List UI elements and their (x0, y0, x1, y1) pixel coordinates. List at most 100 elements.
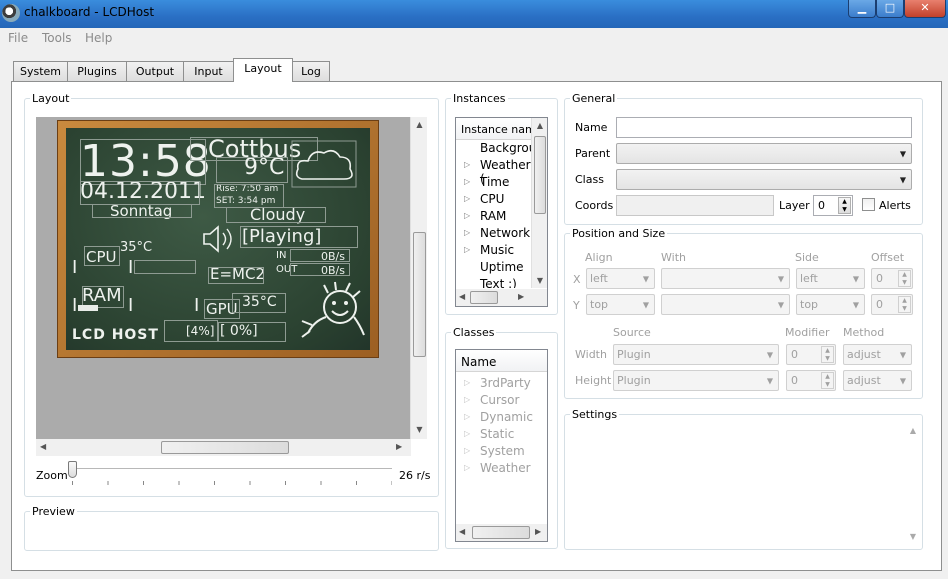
instance-item[interactable]: ▷ Network (456, 225, 532, 242)
general-group-title: General (570, 92, 618, 105)
x-offset-spinbox[interactable]: 0 ▲ ▼ (871, 268, 913, 289)
instances-vscroll-thumb[interactable] (534, 136, 546, 214)
canvas-vscroll-thumb[interactable] (413, 232, 426, 357)
instance-item[interactable]: ▷ Music (456, 242, 532, 259)
scroll-right-icon[interactable]: ▶ (396, 442, 402, 451)
expand-arrow-icon[interactable]: ▷ (464, 446, 470, 455)
scroll-left-icon[interactable]: ◀ (459, 527, 465, 536)
chevron-down-icon: ▼ (899, 350, 906, 359)
tab-plugins[interactable]: Plugins (67, 61, 127, 82)
tab-input[interactable]: Input (183, 61, 234, 82)
expand-arrow-icon[interactable]: ▷ (464, 463, 470, 472)
classes-tree[interactable]: Name ▷ 3rdParty ▷ Cursor ▷ Dynamic ▷ Static ▷ Sys… (455, 349, 548, 542)
scroll-left-icon[interactable]: ◀ (40, 442, 46, 451)
scroll-up-icon[interactable]: ▲ (905, 426, 921, 435)
expand-arrow-icon[interactable]: ▷ (464, 160, 470, 169)
lcd-brand: LCD HOST (72, 327, 159, 343)
class-item[interactable]: ▷ 3rdParty (456, 375, 547, 392)
offset-header: Offset (871, 251, 905, 264)
instance-item[interactable]: ▷ RAM (456, 208, 532, 225)
name-field[interactable] (616, 117, 912, 138)
width-method-select[interactable]: adjust ▼ (843, 344, 912, 365)
parent-select[interactable]: ▼ (616, 143, 912, 164)
menu-help[interactable]: Help (85, 31, 112, 45)
x-side-select[interactable]: left ▼ (796, 268, 865, 289)
maximize-button[interactable]: □ (876, 0, 904, 18)
tab-system[interactable]: System (13, 61, 68, 82)
instances-tree[interactable]: Instance nam Backgrou ▷ Weather (▷ Time ▷ CPU… (455, 117, 548, 307)
tab-log[interactable]: Log (292, 61, 330, 82)
spin-arrows-icon[interactable]: ▲ ▼ (838, 197, 851, 214)
scroll-down-icon[interactable]: ▼ (905, 532, 921, 541)
classes-hscroll-thumb[interactable] (472, 526, 530, 539)
instances-hscroll-thumb[interactable] (470, 291, 498, 304)
menu-file[interactable]: File (8, 31, 28, 45)
y-side-select[interactable]: top ▼ (796, 294, 865, 315)
tab-layout[interactable]: Layout (233, 58, 293, 82)
scroll-down-icon[interactable]: ▼ (411, 425, 428, 434)
instance-item[interactable]: ▷ CPU (456, 191, 532, 208)
canvas-vscrollbar[interactable]: ▲ ▼ (410, 117, 427, 439)
chevron-down-icon: ▼ (766, 376, 773, 385)
y-with-select[interactable]: ▼ (661, 294, 790, 315)
zoom-slider-handle[interactable] (68, 461, 77, 478)
instance-item[interactable]: Uptime (456, 259, 532, 276)
instances-header[interactable]: Instance nam (456, 118, 531, 140)
expand-arrow-icon[interactable]: ▷ (464, 378, 470, 387)
spin-arrows-icon[interactable]: ▲ ▼ (898, 270, 911, 287)
expand-arrow-icon[interactable]: ▷ (464, 228, 470, 237)
instances-hscrollbar[interactable]: ◀ ▶ (456, 289, 547, 306)
x-with-select[interactable]: ▼ (661, 268, 790, 289)
expand-arrow-icon[interactable]: ▷ (464, 211, 470, 220)
height-modifier-spinbox[interactable]: 0 ▲ ▼ (786, 370, 836, 391)
spin-arrows-icon[interactable]: ▲ ▼ (821, 346, 834, 363)
expand-arrow-icon[interactable]: ▷ (464, 429, 470, 438)
expand-arrow-icon[interactable]: ▷ (464, 177, 470, 186)
canvas-hscrollbar[interactable]: ◀ ▶ (36, 439, 411, 456)
class-item[interactable]: ▷ Cursor (456, 392, 547, 409)
instance-item[interactable]: ▷ Weather ( (456, 157, 532, 186)
class-item[interactable]: ▷ Static (456, 426, 547, 443)
alerts-checkbox[interactable] (862, 198, 875, 211)
instance-item[interactable]: ▷ Time (456, 174, 532, 191)
expand-arrow-icon[interactable]: ▷ (464, 245, 470, 254)
spin-arrows-icon[interactable]: ▲ ▼ (821, 372, 834, 389)
scroll-right-icon[interactable]: ▶ (518, 292, 524, 301)
instance-item[interactable]: Backgrou (456, 140, 532, 157)
layout-canvas[interactable]: 13:58 04.12.2011 Sonntag Cottbus 9°C Ris… (36, 117, 427, 456)
classes-hscrollbar[interactable]: ◀ ▶ (456, 524, 547, 541)
expand-arrow-icon[interactable]: ▷ (464, 194, 470, 203)
class-select[interactable]: ▼ (616, 169, 912, 190)
menu-tools[interactable]: Tools (42, 31, 72, 45)
scroll-left-icon[interactable]: ◀ (459, 292, 465, 301)
instances-vscrollbar[interactable]: ▲ ▼ (531, 118, 547, 288)
expand-arrow-icon[interactable]: ▷ (464, 412, 470, 421)
zoom-slider-track[interactable] (72, 468, 392, 470)
instance-item[interactable]: Text :) (456, 276, 532, 288)
tab-output[interactable]: Output (126, 61, 184, 82)
close-button[interactable]: ✕ (904, 0, 946, 18)
canvas-hscroll-thumb[interactable] (161, 441, 289, 454)
expand-arrow-icon[interactable]: ▷ (464, 395, 470, 404)
height-method-select[interactable]: adjust ▼ (843, 370, 912, 391)
width-source-select[interactable]: Plugin ▼ (613, 344, 779, 365)
height-source-select[interactable]: Plugin ▼ (613, 370, 779, 391)
x-align-select[interactable]: left ▼ (586, 268, 655, 289)
class-item[interactable]: ▷ Weather (456, 460, 547, 477)
y-offset-spinbox[interactable]: 0 ▲ ▼ (871, 294, 913, 315)
scroll-down-icon[interactable]: ▼ (532, 276, 547, 285)
minimize-button[interactable]: ▁ (848, 0, 876, 18)
y-align-select[interactable]: top ▼ (586, 294, 655, 315)
spin-arrows-icon[interactable]: ▲ ▼ (898, 296, 911, 313)
settings-vscrollbar[interactable]: ▲ ▼ (905, 422, 921, 546)
scroll-up-icon[interactable]: ▲ (532, 121, 547, 130)
chevron-down-icon: ▼ (852, 274, 859, 283)
class-item[interactable]: ▷ Dynamic (456, 409, 547, 426)
modifier-header: Modifier (785, 326, 830, 339)
scroll-up-icon[interactable]: ▲ (411, 120, 428, 129)
width-modifier-spinbox[interactable]: 0 ▲ ▼ (786, 344, 836, 365)
classes-header[interactable]: Name (456, 350, 547, 372)
class-item[interactable]: ▷ System (456, 443, 547, 460)
layer-spinbox[interactable]: 0 ▲ ▼ (813, 195, 853, 216)
scroll-right-icon[interactable]: ▶ (535, 527, 541, 536)
